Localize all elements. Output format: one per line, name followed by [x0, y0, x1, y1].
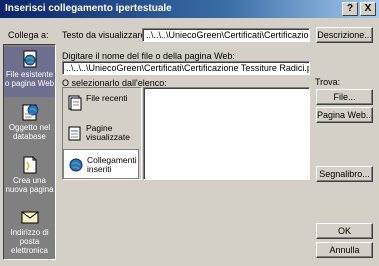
find-web-page-button[interactable]: Pagina Web...	[316, 107, 373, 123]
address-input[interactable]: ..\..\..\UniecoGreen\Certificati\Certifi…	[62, 61, 310, 75]
sidebar-item-label: File esistente o pagina Web	[4, 70, 55, 88]
sidebar-item-database-object[interactable]: Oggetto nel database	[4, 100, 55, 146]
inserted-links-icon	[69, 158, 83, 172]
recent-files-icon	[68, 95, 82, 111]
database-icon	[22, 104, 38, 121]
browse-item-recent-files[interactable]: File recenti	[63, 88, 139, 118]
browse-item-inserted-links[interactable]: Collegamenti inseriti	[63, 149, 139, 179]
browsed-pages-icon	[68, 126, 81, 141]
sidebar-item-existing-file[interactable]: File esistente o pagina Web	[4, 47, 55, 97]
bookmark-button[interactable]: Segnalibro...	[316, 166, 373, 182]
browse-item-browsed-pages[interactable]: Pagine visualizzate	[63, 118, 139, 148]
address-label: Digitare il nome del file o della pagina…	[62, 51, 235, 61]
link-type-sidebar: File esistente o pagina Web Oggetto nel …	[3, 44, 56, 260]
browse-item-label: File recenti	[86, 93, 128, 103]
browse-item-label: Pagine visualizzate	[86, 123, 130, 142]
help-button[interactable]: ?	[342, 2, 358, 16]
window-title: Inserisci collegamento ipertestuale	[5, 3, 172, 14]
sidebar-item-label: Crea una nuova pagina	[5, 176, 54, 194]
close-button[interactable]: X	[360, 2, 376, 16]
browse-item-label: Collegamenti inseriti	[87, 155, 137, 174]
sidebar-item-label: Indirizzo di posta elettronica	[10, 228, 49, 255]
link-to-label: Collega a:	[8, 30, 49, 40]
find-label: Trova:	[315, 77, 341, 87]
new-page-icon	[23, 156, 36, 174]
sidebar-item-new-page[interactable]: Crea una nuova pagina	[4, 153, 55, 203]
display-text-input[interactable]: ..\..\..\UniecoGreen\Certificati\Certifi…	[142, 28, 310, 42]
find-file-button[interactable]: File...	[316, 89, 373, 105]
display-text-label: Testo da visualizzare:	[62, 30, 149, 40]
email-icon	[21, 211, 38, 224]
sidebar-item-email-address[interactable]: Indirizzo di posta elettronica	[4, 205, 55, 259]
sidebar-item-label: Oggetto nel database	[8, 123, 51, 141]
ok-button[interactable]: OK	[316, 223, 373, 239]
web-page-icon	[23, 50, 36, 68]
screentip-button[interactable]: Descrizione...	[316, 27, 373, 43]
cancel-button[interactable]: Annulla	[316, 242, 373, 258]
links-list[interactable]	[143, 87, 310, 180]
browse-pane: File recenti Pagine visualizzate Collega…	[62, 87, 142, 180]
